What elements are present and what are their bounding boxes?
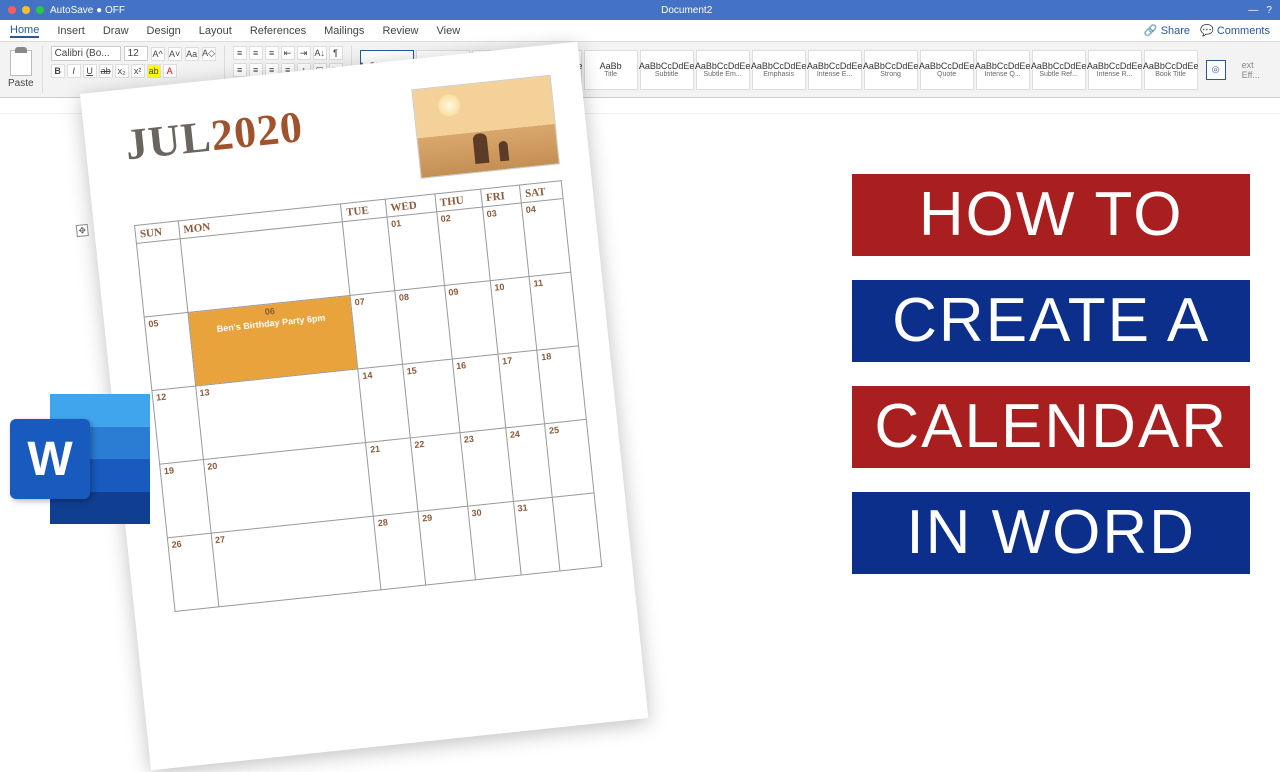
maximize-dot[interactable]: [36, 6, 44, 14]
styles-pane-button[interactable]: ◎: [1206, 60, 1226, 80]
decrease-font-button[interactable]: A˅: [168, 47, 182, 61]
style-book-title[interactable]: AaBbCcDdEeBook Title: [1144, 50, 1198, 90]
tab-layout[interactable]: Layout: [199, 25, 232, 37]
style-subtitle[interactable]: AaBbCcDdEeSubtitle: [640, 50, 694, 90]
doc-title: Document2: [661, 5, 712, 16]
calendar-cell[interactable]: 27: [211, 516, 382, 607]
tab-view[interactable]: View: [437, 25, 461, 37]
calendar-cell[interactable]: 07: [350, 291, 402, 369]
bold-button[interactable]: B: [51, 64, 65, 78]
calendar-cell[interactable]: 04: [522, 199, 571, 277]
tab-mailings[interactable]: Mailings: [324, 25, 364, 37]
bullets-button[interactable]: ≡: [233, 46, 247, 60]
multilevel-button[interactable]: ≡: [265, 46, 279, 60]
calendar-cell[interactable]: 11: [529, 272, 578, 350]
style-emphasis[interactable]: AaBbCcDdEeEmphasis: [752, 50, 806, 90]
style-intense-q-[interactable]: AaBbCcDdEeIntense Q...: [976, 50, 1030, 90]
superscript-button[interactable]: x²: [131, 64, 145, 78]
close-dot[interactable]: [8, 6, 16, 14]
calendar-cell[interactable]: 28: [374, 511, 426, 589]
style-subtle-em-[interactable]: AaBbCcDdEeSubtle Em...: [696, 50, 750, 90]
word-logo: W: [10, 394, 150, 524]
calendar-cell[interactable]: 08: [395, 285, 452, 364]
calendar-year: 2020: [209, 102, 306, 160]
calendar-cell[interactable]: 15: [402, 359, 459, 438]
calendar-cell[interactable]: 12: [152, 386, 203, 464]
title-bar: AutoSave ● OFF Document2 — ?: [0, 0, 1280, 20]
align-left-button[interactable]: ≡: [233, 63, 247, 77]
font-size-select[interactable]: 12: [124, 46, 148, 61]
calendar-cell[interactable]: 22: [410, 433, 467, 512]
calendar-cell[interactable]: [343, 217, 395, 295]
overlay-line-1: HOW TO: [852, 174, 1250, 256]
subscript-button[interactable]: x₂: [115, 64, 129, 78]
tab-design[interactable]: Design: [147, 25, 181, 37]
share-button[interactable]: 🔗 Share: [1144, 24, 1190, 37]
show-marks-button[interactable]: ¶: [329, 46, 343, 60]
clipboard-icon: [10, 50, 32, 76]
paste-label: Paste: [8, 78, 34, 89]
calendar-cell[interactable]: [553, 493, 602, 571]
minimize-dot[interactable]: [22, 6, 30, 14]
text-effects-label: ext Eff...: [1242, 60, 1272, 80]
calendar-cell[interactable]: 01: [387, 212, 444, 291]
calendar-cell[interactable]: 25: [545, 419, 594, 497]
tab-insert[interactable]: Insert: [57, 25, 85, 37]
comments-button[interactable]: 💬 Comments: [1200, 24, 1270, 37]
indent-left-button[interactable]: ⇤: [281, 46, 295, 60]
thumbnail-overlay: HOW TO CREATE A CALENDAR IN WORD: [852, 174, 1250, 574]
overlay-line-4: IN WORD: [852, 492, 1250, 574]
calendar-cell[interactable]: 02: [436, 207, 490, 285]
header-photo[interactable]: [411, 75, 560, 179]
numbering-button[interactable]: ≡: [249, 46, 263, 60]
calendar-cell[interactable]: 09: [444, 281, 498, 359]
calendar-table[interactable]: SUNMONTUEWEDTHUFRISAT 010203040506Ben's …: [134, 180, 602, 612]
calendar-cell[interactable]: 05: [144, 312, 195, 390]
ribbon-tabs: Home Insert Draw Design Layout Reference…: [0, 20, 1280, 42]
sort-button[interactable]: A↓: [313, 46, 327, 60]
style-strong[interactable]: AaBbCcDdEeStrong: [864, 50, 918, 90]
calendar-cell[interactable]: 30: [467, 501, 521, 579]
calendar-cell[interactable]: 16: [452, 354, 506, 432]
calendar-cell[interactable]: 14: [358, 364, 410, 442]
indent-right-button[interactable]: ⇥: [297, 46, 311, 60]
calendar-title: JUL2020: [123, 101, 305, 170]
document-area[interactable]: ✥ JUL2020 SUNMONTUEWEDTHUFRISAT 01020304…: [0, 114, 1280, 720]
paste-button[interactable]: Paste: [8, 50, 34, 89]
highlight-button[interactable]: ab: [147, 64, 161, 78]
style-intense-e-[interactable]: AaBbCcDdEeIntense E...: [808, 50, 862, 90]
change-case-button[interactable]: Aa: [185, 47, 199, 61]
calendar-cell[interactable]: 18: [537, 346, 586, 424]
minimize-icon[interactable]: —: [1248, 5, 1258, 16]
document-page[interactable]: JUL2020 SUNMONTUEWEDTHUFRISAT 0102030405…: [80, 42, 648, 771]
calendar-cell[interactable]: 29: [418, 506, 475, 585]
style-subtle-ref-[interactable]: AaBbCcDdEeSubtle Ref...: [1032, 50, 1086, 90]
tab-review[interactable]: Review: [382, 25, 418, 37]
style-intense-r-[interactable]: AaBbCcDdEeIntense R...: [1088, 50, 1142, 90]
calendar-cell[interactable]: 26: [167, 533, 218, 611]
calendar-month: JUL: [123, 112, 214, 170]
word-logo-letter: W: [10, 419, 90, 499]
calendar-cell[interactable]: 21: [366, 438, 418, 516]
calendar-cell[interactable]: 23: [460, 428, 514, 506]
tab-references[interactable]: References: [250, 25, 306, 37]
table-move-handle[interactable]: ✥: [76, 224, 89, 237]
autosave-toggle[interactable]: AutoSave ● OFF: [50, 5, 125, 16]
tab-home[interactable]: Home: [10, 24, 39, 38]
clear-format-button[interactable]: A◇: [202, 47, 216, 61]
font-color-button[interactable]: A: [163, 64, 177, 78]
underline-button[interactable]: U: [83, 64, 97, 78]
help-icon[interactable]: ?: [1266, 5, 1272, 16]
tab-draw[interactable]: Draw: [103, 25, 129, 37]
style-quote[interactable]: AaBbCcDdEeQuote: [920, 50, 974, 90]
calendar-cell[interactable]: 19: [160, 460, 211, 538]
strike-button[interactable]: ab: [99, 64, 113, 78]
calendar-cell[interactable]: [136, 239, 187, 317]
overlay-line-2: CREATE A: [852, 280, 1250, 362]
overlay-line-3: CALENDAR: [852, 386, 1250, 468]
style-title[interactable]: AaBbTitle: [584, 50, 638, 90]
italic-button[interactable]: I: [67, 64, 81, 78]
increase-font-button[interactable]: A^: [151, 47, 165, 61]
font-name-select[interactable]: Calibri (Bo...: [51, 46, 121, 61]
